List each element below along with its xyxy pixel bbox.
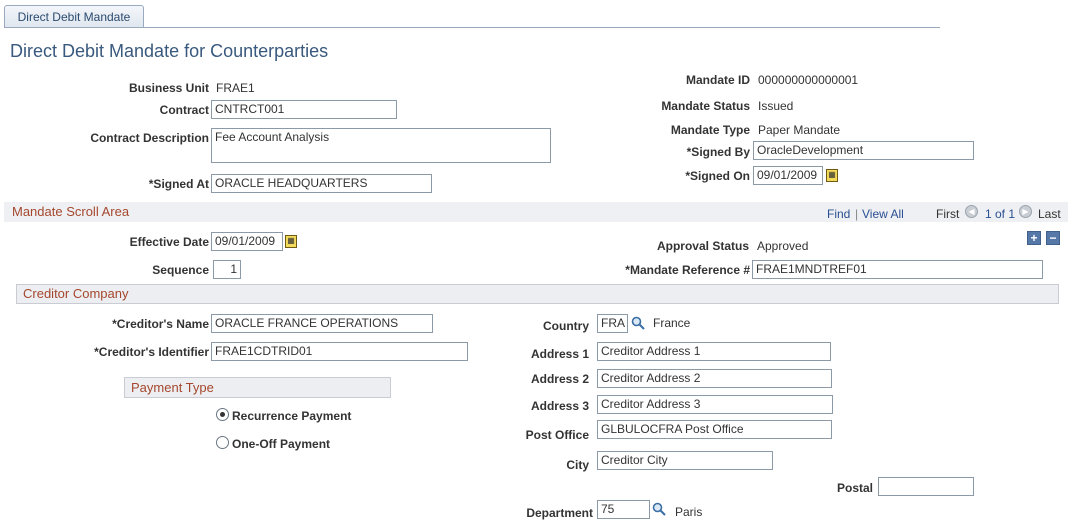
effective-date-label: Effective Date xyxy=(129,235,209,249)
mandate-type-label: Mandate Type xyxy=(670,123,750,137)
creditors-identifier-field[interactable]: FRAE1CDTRID01 xyxy=(211,342,468,361)
contract-field[interactable]: CNTRCT001 xyxy=(211,100,397,119)
mandate-id-label: Mandate ID xyxy=(685,73,750,87)
department-field[interactable]: 75 xyxy=(597,500,650,519)
city-label: City xyxy=(566,458,589,472)
postal-label: Postal xyxy=(836,481,873,495)
mandate-type-value: Paper Mandate xyxy=(758,123,841,137)
calendar-icon[interactable]: ▦ xyxy=(285,235,297,248)
address-1-field[interactable]: Creditor Address 1 xyxy=(597,342,831,361)
sequence-label: Sequence xyxy=(152,263,209,277)
nav-separator: | xyxy=(855,207,859,221)
recurrence-payment-radio[interactable] xyxy=(216,408,229,421)
magnifier-icon[interactable] xyxy=(631,316,645,330)
address-1-label: Address 1 xyxy=(530,347,589,361)
creditors-name-label: *Creditor's Name xyxy=(112,317,209,331)
last-label: Last xyxy=(1038,207,1061,221)
sequence-field[interactable]: 1 xyxy=(213,260,241,279)
scroll-area-header xyxy=(4,202,1068,222)
mandate-reference-label: *Mandate Reference # xyxy=(625,263,750,277)
address-3-field[interactable]: Creditor Address 3 xyxy=(597,395,833,414)
view-all-link[interactable]: View All xyxy=(862,207,904,221)
address-2-field[interactable]: Creditor Address 2 xyxy=(597,369,832,388)
department-label: Department xyxy=(526,506,593,520)
signed-on-label: *Signed On xyxy=(685,169,750,183)
row-position: 1 of 1 xyxy=(985,207,1016,221)
mandate-reference-field[interactable]: FRAE1MNDTREF01 xyxy=(752,260,1043,279)
post-office-field[interactable]: GLBULOCFRA Post Office xyxy=(597,420,832,439)
country-field[interactable]: FRA xyxy=(597,314,628,333)
tab-direct-debit-mandate[interactable]: Direct Debit Mandate xyxy=(4,5,144,28)
business-unit-value: FRAE1 xyxy=(216,81,255,95)
city-field[interactable]: Creditor City xyxy=(597,451,773,470)
add-row-button[interactable]: + xyxy=(1027,231,1041,245)
postal-field[interactable] xyxy=(878,477,974,496)
approval-status-value: Approved xyxy=(757,239,809,253)
calendar-icon[interactable]: ▦ xyxy=(826,169,838,182)
post-office-label: Post Office xyxy=(525,428,589,442)
business-unit-label: Business Unit xyxy=(128,81,209,95)
recurrence-payment-label[interactable]: Recurrence Payment xyxy=(232,409,351,423)
signed-by-label: *Signed By xyxy=(686,145,750,159)
first-label: First xyxy=(936,207,960,221)
one-off-payment-radio[interactable] xyxy=(216,436,229,449)
mandate-status-value: Issued xyxy=(758,99,794,113)
creditor-company-title: Creditor Company xyxy=(23,286,129,301)
signed-on-field[interactable]: 09/01/2009 xyxy=(753,166,823,185)
contract-description-label: Contract Description xyxy=(90,131,209,145)
country-label: Country xyxy=(543,319,589,333)
signed-at-field[interactable]: ORACLE HEADQUARTERS xyxy=(211,174,432,193)
find-link[interactable]: Find xyxy=(827,207,850,221)
creditors-identifier-label: *Creditor's Identifier xyxy=(94,345,209,359)
creditors-name-field[interactable]: ORACLE FRANCE OPERATIONS xyxy=(211,314,433,333)
next-row-icon[interactable]: ▶ xyxy=(1019,205,1032,218)
delete-row-button[interactable]: − xyxy=(1046,231,1060,245)
tab-divider xyxy=(4,27,940,28)
address-2-label: Address 2 xyxy=(530,372,589,386)
scroll-area-title: Mandate Scroll Area xyxy=(12,204,130,219)
department-name: Paris xyxy=(675,505,703,519)
effective-date-field[interactable]: 09/01/2009 xyxy=(211,232,283,251)
magnifier-icon[interactable] xyxy=(652,502,666,516)
mandate-status-label: Mandate Status xyxy=(661,99,750,113)
page-title: Direct Debit Mandate for Counterparties xyxy=(10,41,329,61)
contract-description-field[interactable]: Fee Account Analysis xyxy=(211,128,551,163)
previous-row-icon[interactable]: ◀ xyxy=(965,205,978,218)
address-3-label: Address 3 xyxy=(530,399,589,413)
contract-label: Contract xyxy=(159,103,209,117)
country-name: France xyxy=(653,316,691,330)
one-off-payment-label[interactable]: One-Off Payment xyxy=(232,437,330,451)
signed-by-field[interactable]: OracleDevelopment xyxy=(753,141,974,160)
signed-at-label: *Signed At xyxy=(148,177,209,191)
mandate-id-value: 000000000000001 xyxy=(758,73,859,87)
creditor-company-header xyxy=(16,284,1059,304)
payment-type-title: Payment Type xyxy=(131,380,214,395)
approval-status-label: Approval Status xyxy=(656,239,749,253)
